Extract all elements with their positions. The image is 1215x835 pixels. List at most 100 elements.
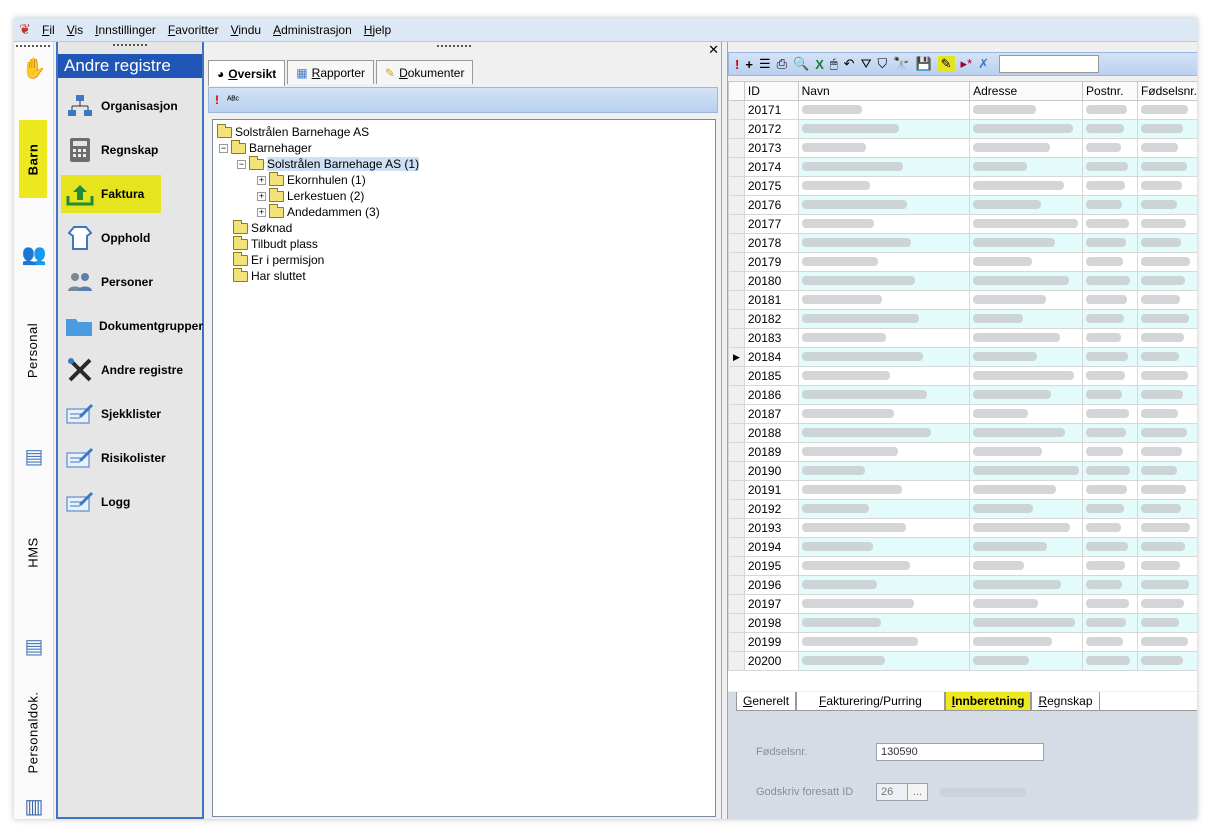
binders-icon[interactable]: ▥ (14, 794, 54, 819)
cell-blurred[interactable] (969, 195, 1084, 215)
row-header[interactable] (728, 575, 745, 595)
cell-blurred[interactable] (1082, 480, 1138, 500)
table-row[interactable]: 20171 (728, 100, 1197, 120)
cell-blurred[interactable] (1136, 328, 1197, 348)
cell-blurred[interactable] (1136, 271, 1197, 291)
table-row[interactable]: 20185 (728, 366, 1197, 386)
row-header[interactable] (728, 100, 745, 120)
cell-blurred[interactable] (969, 252, 1084, 272)
cell-id[interactable]: 20197 (743, 594, 799, 614)
table-row[interactable]: ▶ 20184 (728, 347, 1197, 367)
cell-blurred[interactable] (797, 404, 971, 424)
cell-blurred[interactable] (1082, 442, 1138, 462)
cell-blurred[interactable] (969, 556, 1084, 576)
cell-blurred[interactable] (1136, 537, 1197, 557)
undo-icon[interactable]: ↶ (844, 56, 855, 72)
tree-node-soknad[interactable]: Søknad (233, 219, 292, 236)
tree-node-permisjon[interactable]: Er i permisjon (233, 251, 324, 268)
pencil-icon[interactable]: ✎ (937, 56, 955, 72)
delete-icon[interactable]: ✗ (978, 56, 989, 72)
cell-blurred[interactable] (1136, 290, 1197, 310)
table-row[interactable]: 20196 (728, 575, 1197, 595)
table-row[interactable]: 20176 (728, 195, 1197, 215)
spellcheck-icon[interactable]: ᴬᴮᶜ (227, 95, 239, 106)
cell-blurred[interactable] (1082, 651, 1138, 671)
cell-blurred[interactable] (1136, 195, 1197, 215)
cell-id[interactable]: 20174 (743, 157, 799, 177)
column-header-id[interactable]: ID (743, 81, 799, 101)
goto-new-icon[interactable]: ▸* (961, 56, 973, 72)
cell-blurred[interactable] (969, 233, 1084, 253)
cell-id[interactable]: 20195 (743, 556, 799, 576)
table-row[interactable]: 20174 (728, 157, 1197, 177)
cell-blurred[interactable] (797, 613, 971, 633)
cell-blurred[interactable] (1082, 214, 1138, 234)
mouse-icon[interactable]: 🖱 (830, 56, 838, 72)
row-header[interactable] (728, 537, 745, 557)
cell-blurred[interactable] (969, 214, 1084, 234)
tab-rapporter[interactable]: ▦ Rapporter (287, 60, 375, 84)
cell-id[interactable]: 20185 (743, 366, 799, 386)
cell-blurred[interactable] (797, 556, 971, 576)
table-row[interactable]: 20199 (728, 632, 1197, 652)
cell-blurred[interactable] (797, 271, 971, 291)
edit-rows-icon[interactable]: ☰ (759, 56, 771, 72)
cell-blurred[interactable] (1082, 537, 1138, 557)
menu-fil[interactable]: Fil (36, 23, 61, 37)
cell-blurred[interactable] (797, 100, 971, 120)
notebook-icon[interactable]: ▤ (14, 634, 54, 659)
cell-blurred[interactable] (969, 423, 1084, 443)
row-header[interactable] (728, 613, 745, 633)
cell-blurred[interactable] (969, 594, 1084, 614)
cell-id[interactable]: 20180 (743, 271, 799, 291)
cell-id[interactable]: 20198 (743, 613, 799, 633)
tab-innberetning[interactable]: Innberetning (944, 692, 1032, 711)
row-header[interactable] (728, 461, 745, 481)
people-icon[interactable]: 👥 (14, 242, 54, 267)
cell-blurred[interactable] (1136, 575, 1197, 595)
menu-administrasjon[interactable]: Administrasjon (267, 23, 358, 37)
row-header[interactable] (728, 157, 745, 177)
cell-blurred[interactable] (969, 119, 1084, 139)
column-header-fodselsnr[interactable]: Fødselsnr. (1136, 81, 1197, 101)
cell-id[interactable]: 20194 (743, 537, 799, 557)
row-header[interactable] (728, 518, 745, 538)
cell-id[interactable]: 20188 (743, 423, 799, 443)
tab-personaldok[interactable]: Personaldok. (19, 682, 47, 782)
cell-blurred[interactable] (1082, 347, 1138, 367)
cell-id[interactable]: 20196 (743, 575, 799, 595)
registry-item-risikolister[interactable]: Risikolister (61, 439, 201, 477)
cell-blurred[interactable] (797, 651, 971, 671)
cell-blurred[interactable] (797, 442, 971, 462)
drag-grip[interactable] (113, 44, 147, 46)
preview-icon[interactable]: 🔍 (793, 56, 809, 72)
cell-blurred[interactable] (1136, 480, 1197, 500)
cell-blurred[interactable] (797, 195, 971, 215)
filter-icon[interactable]: ⛉ (878, 56, 888, 72)
row-header[interactable] (728, 271, 745, 291)
cell-blurred[interactable] (1082, 366, 1138, 386)
cell-id[interactable]: 20179 (743, 252, 799, 272)
cell-blurred[interactable] (1082, 100, 1138, 120)
registry-item-faktura[interactable]: Faktura (61, 175, 161, 213)
cell-blurred[interactable] (969, 309, 1084, 329)
cell-blurred[interactable] (797, 119, 971, 139)
cell-id[interactable]: 20184 (743, 347, 799, 367)
table-row[interactable]: 20188 (728, 423, 1197, 443)
excel-icon[interactable]: X (815, 57, 824, 72)
drag-grip[interactable] (16, 45, 50, 48)
table-row[interactable]: 20195 (728, 556, 1197, 576)
tree-node-ekornhulen[interactable]: + Ekornhulen (1) (257, 171, 366, 188)
menu-vis[interactable]: Vis (61, 23, 89, 37)
cell-id[interactable]: 20176 (743, 195, 799, 215)
cell-blurred[interactable] (1082, 271, 1138, 291)
cell-blurred[interactable] (1136, 461, 1197, 481)
notebook-icon[interactable]: ▤ (14, 444, 54, 469)
refresh-icon[interactable]: ! (215, 93, 219, 107)
tab-regnskap[interactable]: Regnskap (1031, 692, 1100, 711)
expand-toggle[interactable]: + (257, 191, 266, 201)
cell-blurred[interactable] (969, 480, 1084, 500)
browse-button[interactable]: ... (907, 784, 927, 800)
expand-toggle[interactable]: + (257, 207, 266, 217)
fodselsnr-field[interactable]: 130590 (876, 743, 1044, 761)
